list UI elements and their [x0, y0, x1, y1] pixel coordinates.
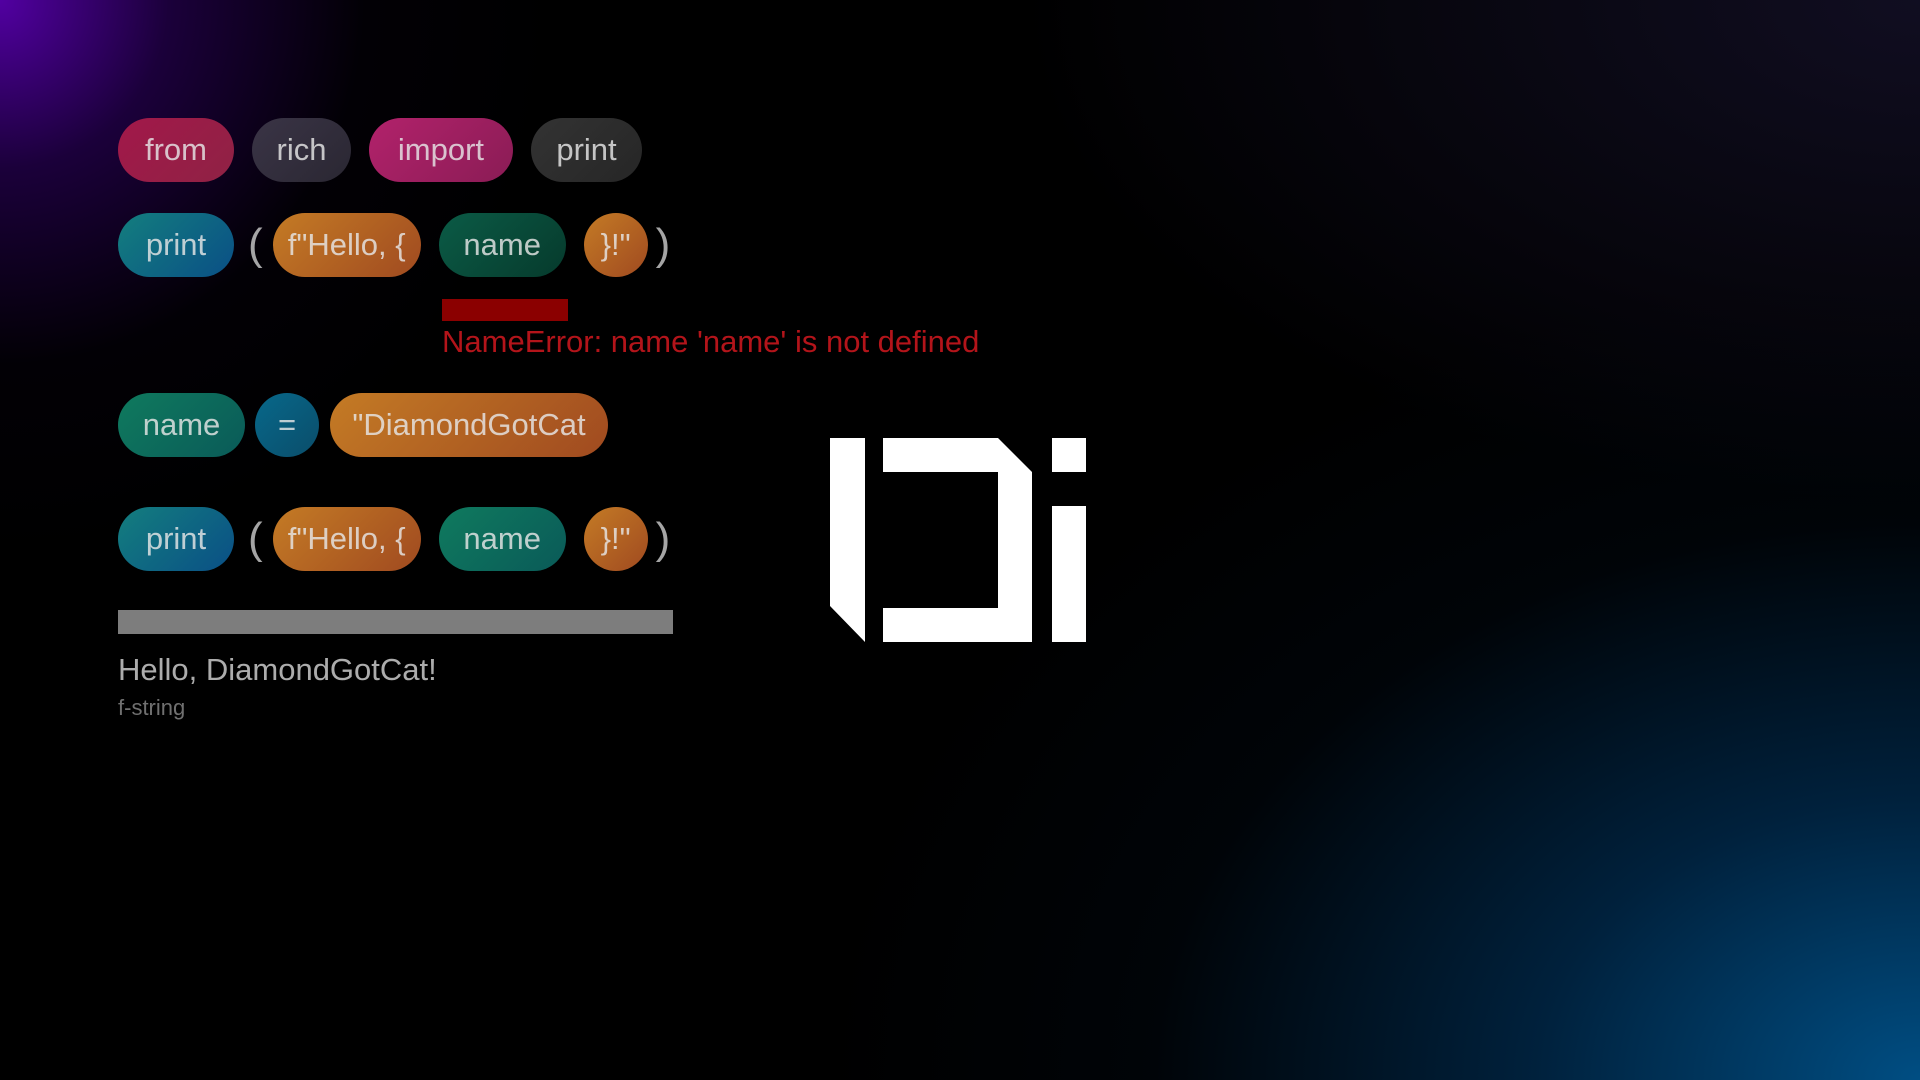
token-keyword-from: from — [118, 118, 234, 182]
error-message: NameError: name 'name' is not defined — [442, 324, 980, 359]
code-line-import: from rich import print — [118, 118, 660, 182]
token-close-paren: ) — [655, 514, 671, 563]
token-module-rich: rich — [252, 118, 351, 182]
token-function-print: print — [118, 213, 234, 277]
token-open-paren: ( — [248, 514, 263, 563]
code-line-print-error: print ( f"Hello, { name }!" ) — [118, 213, 680, 277]
di-logo-icon — [830, 438, 1086, 642]
output-caption: f-string — [118, 695, 186, 720]
token-variable-name: name — [118, 393, 245, 457]
token-fstring-end: }!" — [583, 507, 648, 571]
token-name-print: print — [531, 118, 642, 182]
token-keyword-import: import — [369, 118, 513, 182]
presentation-stage: from rich import print print ( f"Hello, … — [0, 0, 1920, 1080]
token-fstring-end: }!" — [583, 213, 648, 277]
code-line-assignment: name = "DiamondGotCat — [118, 393, 626, 457]
token-variable-name: name — [438, 507, 566, 571]
token-open-paren: ( — [248, 220, 263, 269]
error-underline — [442, 299, 568, 321]
output-bar — [118, 610, 673, 634]
token-function-print: print — [118, 507, 234, 571]
token-operator-equals: = — [255, 393, 319, 457]
output-text: Hello, DiamondGotCat! — [118, 652, 437, 687]
code-line-print-success: print ( f"Hello, { name }!" ) — [118, 507, 680, 571]
token-string-value: "DiamondGotCat — [330, 393, 608, 457]
token-close-paren: ) — [655, 220, 671, 269]
token-variable-name: name — [438, 213, 566, 277]
token-fstring-start: f"Hello, { — [272, 507, 421, 571]
token-fstring-start: f"Hello, { — [272, 213, 421, 277]
